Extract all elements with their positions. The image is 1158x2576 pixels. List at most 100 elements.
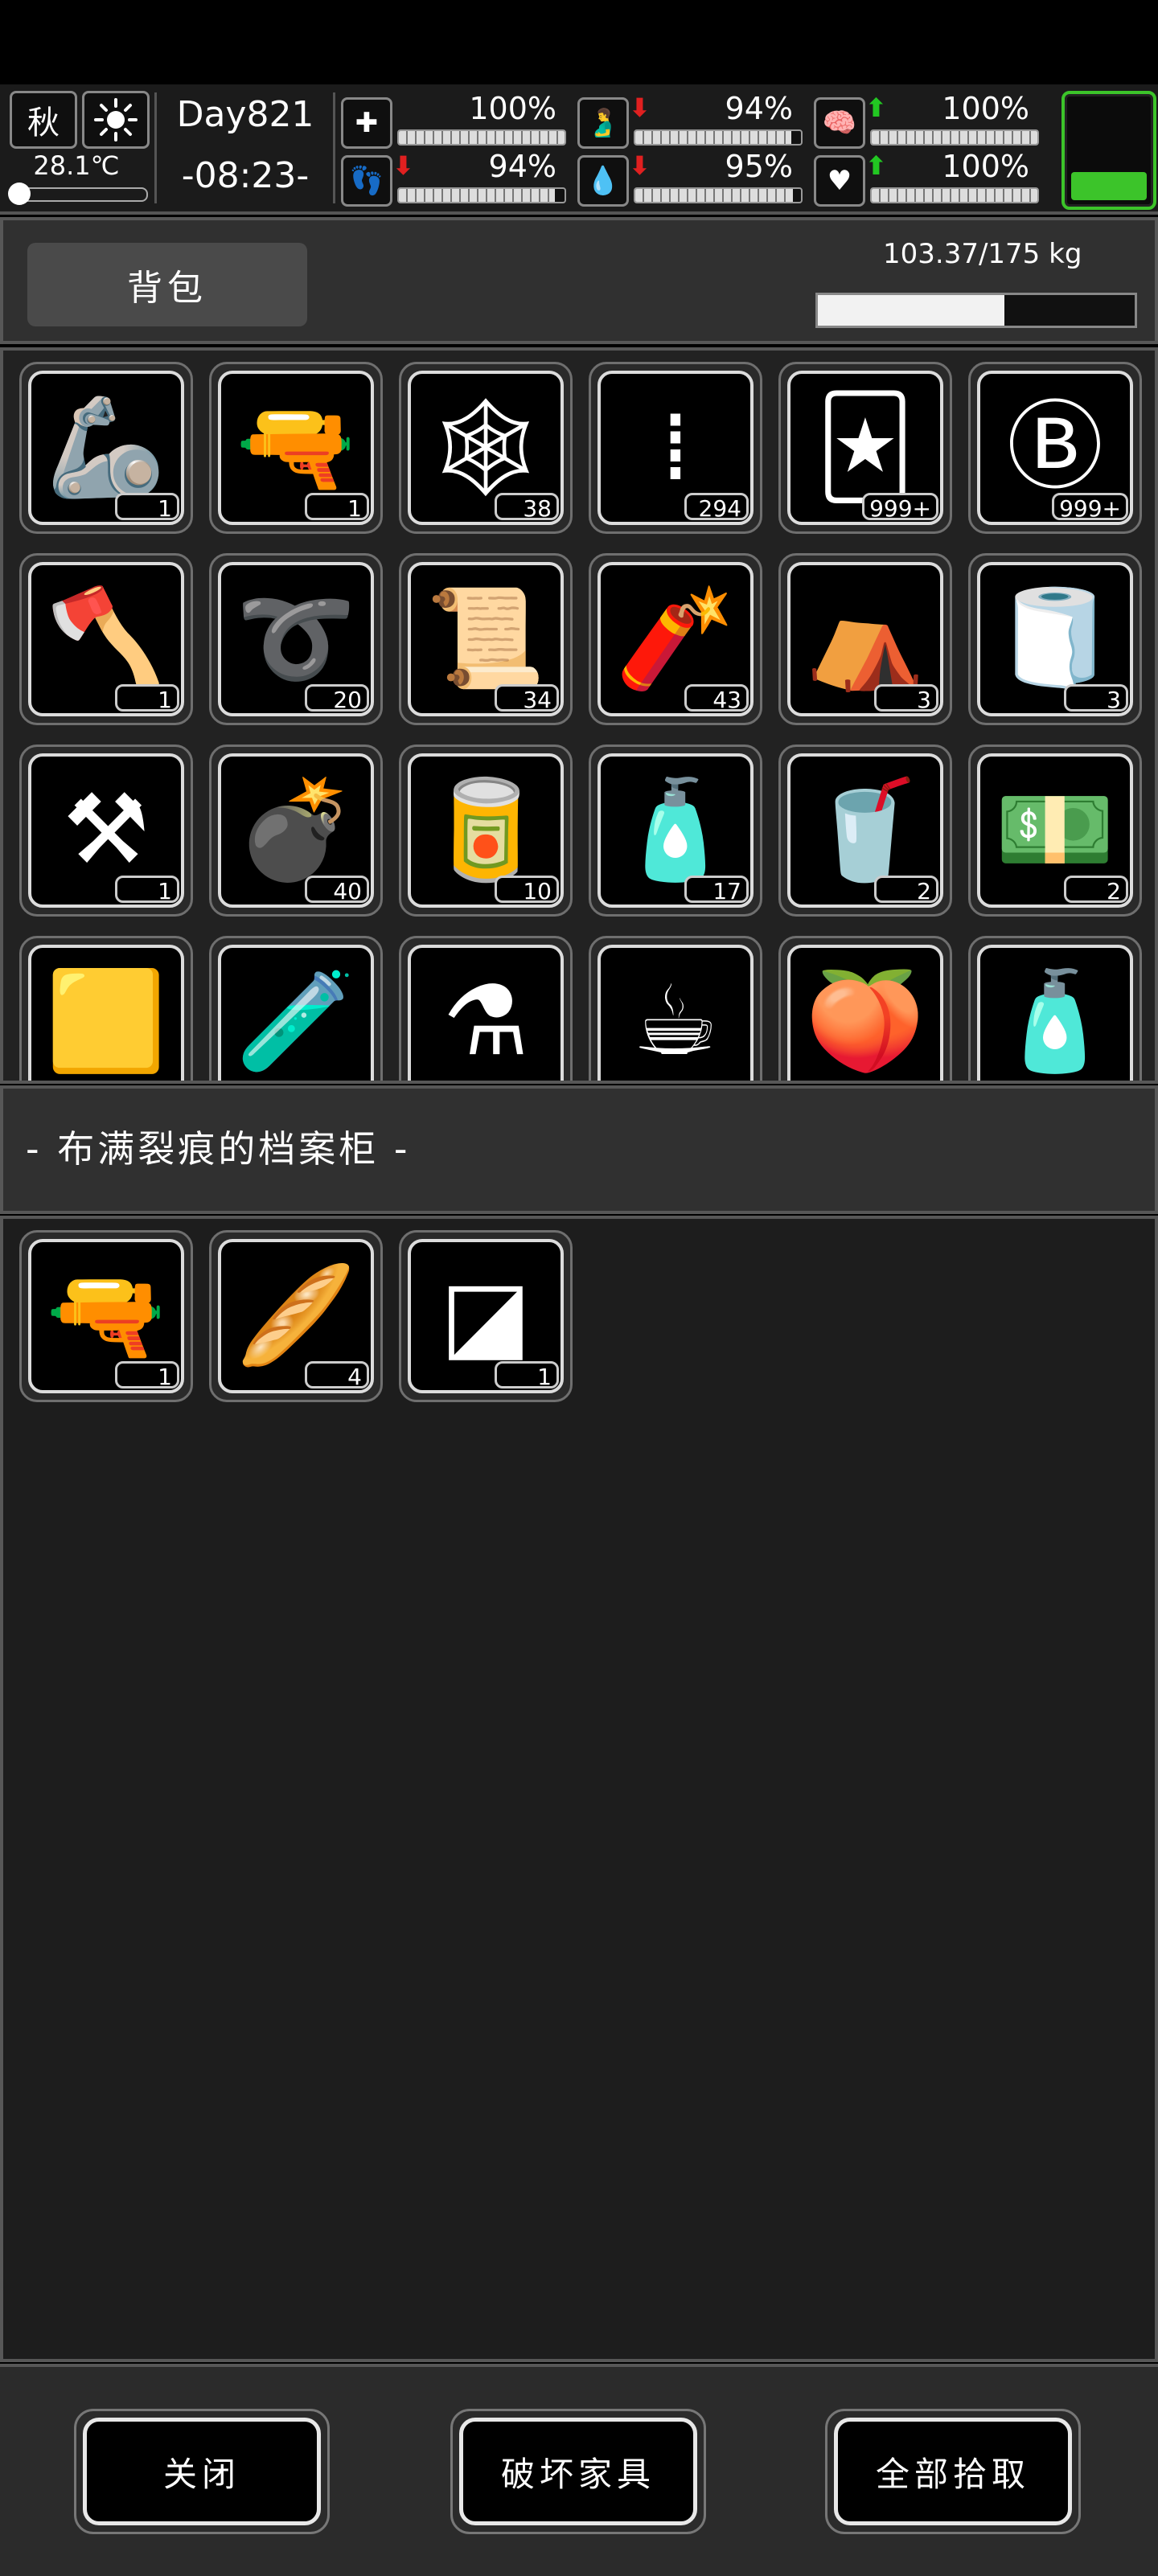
- item-count: 2: [874, 876, 938, 904]
- battery-indicator: [1062, 91, 1156, 210]
- item-count: 1: [305, 493, 369, 522]
- carry-weight-fill: [818, 295, 1005, 326]
- yellow-cloth-icon: 🟨: [28, 945, 184, 1081]
- item-count: 20: [305, 684, 369, 713]
- inventory-slot[interactable]: ⚗: [399, 936, 573, 1081]
- clock: -08:23-: [181, 155, 310, 196]
- first-aid-icon: ✚: [341, 97, 392, 149]
- stat-value: 94%: [488, 149, 556, 184]
- divider: [333, 92, 335, 203]
- temperature-gauge: [8, 183, 148, 205]
- item-count: 38: [495, 493, 559, 522]
- season-label: 秋: [27, 105, 60, 142]
- inventory-slot[interactable]: ⛺ 3: [778, 553, 952, 725]
- inventory-slot[interactable]: 🔫 1: [19, 1230, 193, 1402]
- inventory-slot[interactable]: 📜 34: [399, 553, 573, 725]
- item-count: 1: [115, 876, 179, 904]
- stat-sanity: 🧠 ⬆ 100%: [814, 91, 1039, 149]
- stat-bar-fill: [635, 189, 793, 202]
- stat-bar-fill: [399, 189, 555, 202]
- trend-down-arrow-icon: ⬇: [629, 150, 651, 181]
- container-grid[interactable]: 🔫 1 🥖 4 ◪ 1: [0, 1216, 1158, 2362]
- stat-health: ✚ 100%: [341, 91, 566, 149]
- stat-value: 95%: [725, 149, 793, 184]
- container-title: - 布满裂痕的档案柜 -: [0, 1085, 1158, 1214]
- item-count: 34: [495, 684, 559, 713]
- inventory-slot[interactable]: 🍑: [778, 936, 952, 1081]
- item-count: 40: [305, 876, 369, 904]
- flask-icon: ⚗: [408, 945, 564, 1081]
- stat-bar-fill: [872, 189, 1037, 202]
- inventory-slot[interactable]: 🟨: [19, 936, 193, 1081]
- close-button-label: 关闭: [83, 2418, 321, 2525]
- inventory-slot[interactable]: 🥤 2: [778, 744, 952, 917]
- inventory-slot[interactable]: ⁞ 294: [589, 362, 762, 534]
- stat-bar: [634, 187, 803, 203]
- inventory-slot[interactable]: 🔫 1: [209, 362, 383, 534]
- item-count: 10: [495, 876, 559, 904]
- inventory-slot[interactable]: 🧴: [968, 936, 1142, 1081]
- test-tube-icon: 🧪: [218, 945, 374, 1081]
- inventory-slot[interactable]: 🦾 1: [19, 362, 193, 534]
- take-all-button-label: 全部拾取: [834, 2418, 1072, 2525]
- inventory-slot[interactable]: 🥫 10: [399, 744, 573, 917]
- coffee-beans-icon: ☕: [597, 945, 754, 1081]
- inventory-header: 背包 103.37/175 kg: [0, 217, 1158, 344]
- item-count: 1: [115, 684, 179, 713]
- inventory-slot[interactable]: 💣 40: [209, 744, 383, 917]
- inventory-slot[interactable]: Ⓑ 999+: [968, 362, 1142, 534]
- stat-hunger: 🫃 ⬇ 94%: [577, 91, 803, 149]
- inventory-slot[interactable]: 🃏 999+: [778, 362, 952, 534]
- inventory-slot[interactable]: ◪ 1: [399, 1230, 573, 1402]
- stat-value: 100%: [942, 91, 1029, 126]
- sun-icon: [94, 98, 138, 142]
- inventory-slot[interactable]: 🧻 3: [968, 553, 1142, 725]
- inventory-slot[interactable]: 🧨 43: [589, 553, 762, 725]
- inventory-slot[interactable]: ☕: [589, 936, 762, 1081]
- heart-icon: ♥: [814, 155, 865, 207]
- inventory-slot[interactable]: 🧪: [209, 936, 383, 1081]
- item-count: 4: [305, 1361, 369, 1390]
- trend-down-arrow-icon: ⬇: [629, 92, 651, 123]
- action-bar: 关闭 破坏家具 全部拾取: [0, 2364, 1158, 2576]
- fruit-icon: 🍑: [787, 945, 943, 1081]
- thermometer-bulb-icon: [8, 183, 31, 205]
- inventory-slot[interactable]: 💵 2: [968, 744, 1142, 917]
- stat-bar-fill: [872, 131, 1037, 144]
- stat-bar-fill: [635, 131, 791, 144]
- take-all-button[interactable]: 全部拾取: [825, 2409, 1081, 2534]
- item-count: 3: [1064, 684, 1128, 713]
- stat-bar: [397, 187, 566, 203]
- spray-bottle-icon: 🧴: [977, 945, 1133, 1081]
- item-count: 999+: [862, 493, 938, 522]
- temperature-readout: 28.1℃: [33, 150, 120, 181]
- stat-bar: [870, 187, 1039, 203]
- item-count: 17: [684, 876, 749, 904]
- inventory-slot[interactable]: 🕸 38: [399, 362, 573, 534]
- inventory-slot[interactable]: 🪓 1: [19, 553, 193, 725]
- system-status-bar: [0, 0, 1158, 84]
- stat-value: 100%: [942, 149, 1029, 184]
- inventory-slot[interactable]: ➰ 20: [209, 553, 383, 725]
- weather-indicator: [82, 91, 150, 149]
- destroy-furniture-button-label: 破坏家具: [459, 2418, 697, 2525]
- destroy-furniture-button[interactable]: 破坏家具: [450, 2409, 706, 2534]
- trend-up-arrow-icon: ⬆: [865, 150, 887, 181]
- inventory-slot[interactable]: 🧴 17: [589, 744, 762, 917]
- inventory-slot[interactable]: 🥖 4: [209, 1230, 383, 1402]
- inventory-slot[interactable]: ⚒ 1: [19, 744, 193, 917]
- stat-stamina: 👣 ⬇ 94%: [341, 149, 566, 207]
- item-count: 1: [115, 1361, 179, 1390]
- item-count: 1: [495, 1361, 559, 1390]
- battery-level: [1071, 171, 1147, 200]
- stat-thirst: 💧 ⬇ 95%: [577, 149, 803, 207]
- backpack-grid[interactable]: 🦾 1 🔫 1 🕸 38 ⁞ 294 🃏 999+ Ⓑ 999+ 🪓 1 ➰ 20 📜 34 🧨 43 ⛺ 3 🧻 3 ⚒ 1 💣 4…: [0, 347, 1158, 1084]
- tab-backpack[interactable]: 背包: [27, 243, 307, 326]
- stat-bar-fill: [399, 131, 565, 144]
- water-drop-icon: 💧: [577, 155, 629, 207]
- trend-down-arrow-icon: ⬇: [392, 150, 414, 181]
- trend-up-arrow-icon: ⬆: [865, 92, 887, 123]
- close-button[interactable]: 关闭: [74, 2409, 330, 2534]
- stat-bar: [870, 129, 1039, 146]
- stat-bar: [397, 129, 566, 146]
